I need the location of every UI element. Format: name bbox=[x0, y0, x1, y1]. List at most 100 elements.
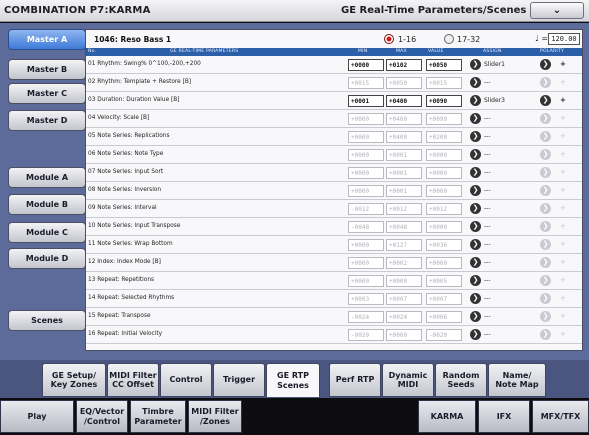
tab-timbre-parameter[interactable]: Timbre Parameter bbox=[130, 400, 186, 433]
value-field[interactable]: +0000 bbox=[426, 149, 462, 161]
sidebar-scenes[interactable]: Scenes bbox=[8, 310, 86, 331]
assign-arrow-icon[interactable]: ❯ bbox=[470, 167, 481, 178]
min-field[interactable]: +0000 bbox=[348, 275, 384, 287]
min-field[interactable]: +0000 bbox=[348, 149, 384, 161]
min-field[interactable]: +0015 bbox=[348, 77, 384, 89]
polarity-arrow-icon[interactable]: ❯ bbox=[540, 311, 551, 322]
assign-arrow-icon[interactable]: ❯ bbox=[470, 185, 481, 196]
tab-midi-filter-zones[interactable]: MIDI Filter /Zones bbox=[188, 400, 242, 433]
polarity-arrow-icon[interactable]: ❯ bbox=[540, 131, 551, 142]
radio-range-a[interactable] bbox=[384, 34, 394, 44]
max-field[interactable]: +0048 bbox=[386, 221, 422, 233]
assign-arrow-icon[interactable]: ❯ bbox=[470, 59, 481, 70]
polarity-arrow-icon[interactable]: ❯ bbox=[540, 77, 551, 88]
max-field[interactable]: +0001 bbox=[386, 149, 422, 161]
min-field[interactable]: +0000 bbox=[348, 167, 384, 179]
min-field[interactable]: +0001 bbox=[348, 95, 384, 107]
max-field[interactable]: +0001 bbox=[386, 167, 422, 179]
max-field[interactable]: +0007 bbox=[386, 293, 422, 305]
polarity-arrow-icon[interactable]: ❯ bbox=[540, 257, 551, 268]
assign-arrow-icon[interactable]: ❯ bbox=[470, 203, 481, 214]
value-field[interactable]: +0200 bbox=[426, 131, 462, 143]
assign-arrow-icon[interactable]: ❯ bbox=[470, 275, 481, 286]
polarity-arrow-icon[interactable]: ❯ bbox=[540, 95, 551, 106]
value-field[interactable]: +0005 bbox=[426, 275, 462, 287]
min-field[interactable]: -0048 bbox=[348, 221, 384, 233]
sidebar-module-d[interactable]: Module D bbox=[8, 248, 86, 269]
tab-play[interactable]: Play bbox=[0, 400, 74, 433]
tab-eq-vector-control[interactable]: EQ/Vector /Control bbox=[76, 400, 128, 433]
polarity-arrow-icon[interactable]: ❯ bbox=[540, 59, 551, 70]
max-field[interactable]: +0012 bbox=[386, 203, 422, 215]
value-field[interactable]: +0012 bbox=[426, 203, 462, 215]
tab-mfx-tfx[interactable]: MFX/TFX bbox=[532, 400, 589, 433]
sidebar-module-b[interactable]: Module B bbox=[8, 194, 86, 215]
min-field[interactable]: +0000 bbox=[348, 113, 384, 125]
tempo-field[interactable]: 120.00 bbox=[548, 33, 580, 45]
assign-arrow-icon[interactable]: ❯ bbox=[470, 329, 481, 340]
sidebar-module-c[interactable]: Module C bbox=[8, 222, 86, 243]
sidebar-module-a[interactable]: Module A bbox=[8, 167, 86, 188]
tab-trigger[interactable]: Trigger bbox=[213, 363, 265, 397]
polarity-arrow-icon[interactable]: ❯ bbox=[540, 275, 551, 286]
tab-ge-rtp-scenes[interactable]: GE RTP Scenes bbox=[266, 363, 320, 397]
sidebar-master-d[interactable]: Master D bbox=[8, 110, 86, 131]
value-field[interactable]: +0099 bbox=[426, 113, 462, 125]
assign-arrow-icon[interactable]: ❯ bbox=[470, 311, 481, 322]
tab-random-seeds[interactable]: Random Seeds bbox=[435, 363, 487, 397]
radio-range-b[interactable] bbox=[444, 34, 454, 44]
tab-name-note-map[interactable]: Name/ Note Map bbox=[488, 363, 546, 397]
value-field[interactable]: +0000 bbox=[426, 185, 462, 197]
min-field[interactable]: +0000 bbox=[348, 59, 384, 71]
value-field[interactable]: +0015 bbox=[426, 77, 462, 89]
max-field[interactable]: +0000 bbox=[386, 329, 422, 341]
tab-ge-setup[interactable]: GE Setup/ Key Zones bbox=[42, 363, 106, 397]
tab-midi-filter-cc[interactable]: MIDI Filter CC Offset bbox=[107, 363, 159, 397]
min-field[interactable]: +0000 bbox=[348, 239, 384, 251]
assign-arrow-icon[interactable]: ❯ bbox=[470, 95, 481, 106]
min-field[interactable]: +0000 bbox=[348, 257, 384, 269]
min-field[interactable]: -0020 bbox=[348, 329, 384, 341]
assign-arrow-icon[interactable]: ❯ bbox=[470, 113, 481, 124]
tab-control[interactable]: Control bbox=[160, 363, 212, 397]
max-field[interactable]: +0127 bbox=[386, 239, 422, 251]
max-field[interactable]: +0400 bbox=[386, 131, 422, 143]
assign-arrow-icon[interactable]: ❯ bbox=[470, 77, 481, 88]
max-field[interactable]: +0400 bbox=[386, 113, 422, 125]
max-field[interactable]: +0000 bbox=[386, 275, 422, 287]
assign-arrow-icon[interactable]: ❯ bbox=[470, 149, 481, 160]
value-field[interactable]: +0000 bbox=[426, 221, 462, 233]
sidebar-master-a[interactable]: Master A bbox=[8, 29, 86, 50]
min-field[interactable]: +0003 bbox=[348, 293, 384, 305]
polarity-arrow-icon[interactable]: ❯ bbox=[540, 149, 551, 160]
tab-dynamic-midi[interactable]: Dynamic MIDI bbox=[382, 363, 434, 397]
tab-karma[interactable]: KARMA bbox=[418, 400, 476, 433]
page-menu-button[interactable]: ⌄ bbox=[530, 2, 584, 19]
value-field[interactable]: +0090 bbox=[426, 95, 462, 107]
polarity-arrow-icon[interactable]: ❯ bbox=[540, 329, 551, 340]
max-field[interactable]: +0102 bbox=[386, 59, 422, 71]
assign-arrow-icon[interactable]: ❯ bbox=[470, 131, 481, 142]
assign-arrow-icon[interactable]: ❯ bbox=[470, 221, 481, 232]
value-field[interactable]: +0050 bbox=[426, 59, 462, 71]
polarity-arrow-icon[interactable]: ❯ bbox=[540, 203, 551, 214]
value-field[interactable]: +0006 bbox=[426, 311, 462, 323]
min-field[interactable]: +0000 bbox=[348, 185, 384, 197]
polarity-arrow-icon[interactable]: ❯ bbox=[540, 113, 551, 124]
max-field[interactable]: +0024 bbox=[386, 311, 422, 323]
assign-arrow-icon[interactable]: ❯ bbox=[470, 293, 481, 304]
assign-arrow-icon[interactable]: ❯ bbox=[470, 239, 481, 250]
polarity-arrow-icon[interactable]: ❯ bbox=[540, 185, 551, 196]
max-field[interactable]: +0400 bbox=[386, 95, 422, 107]
polarity-arrow-icon[interactable]: ❯ bbox=[540, 221, 551, 232]
polarity-arrow-icon[interactable]: ❯ bbox=[540, 167, 551, 178]
assign-arrow-icon[interactable]: ❯ bbox=[470, 257, 481, 268]
value-field[interactable]: +0000 bbox=[426, 257, 462, 269]
min-field[interactable]: +0000 bbox=[348, 131, 384, 143]
value-field[interactable]: +0036 bbox=[426, 239, 462, 251]
sidebar-master-c[interactable]: Master C bbox=[8, 83, 86, 104]
min-field[interactable]: -0012 bbox=[348, 203, 384, 215]
max-field[interactable]: +0050 bbox=[386, 77, 422, 89]
polarity-arrow-icon[interactable]: ❯ bbox=[540, 293, 551, 304]
max-field[interactable]: +0001 bbox=[386, 185, 422, 197]
